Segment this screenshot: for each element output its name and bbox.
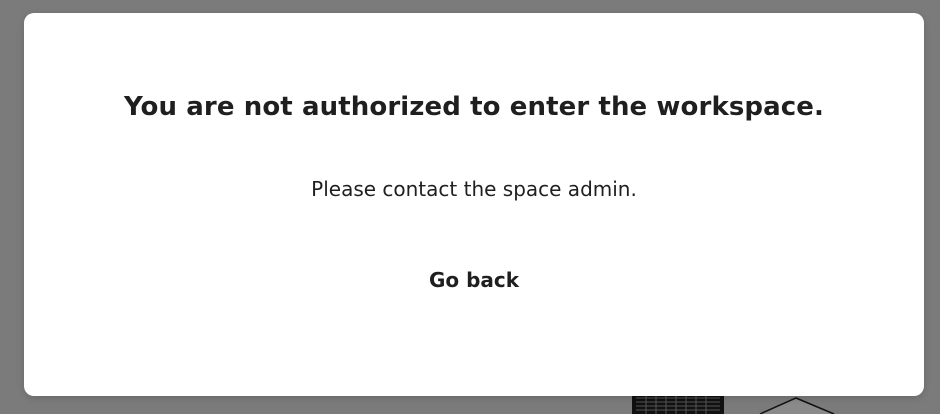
unauthorized-dialog: You are not authorized to enter the work… [24,13,924,396]
go-back-button[interactable]: Go back [419,263,529,297]
dialog-message: Please contact the space admin. [311,177,637,201]
dialog-title: You are not authorized to enter the work… [124,92,824,122]
